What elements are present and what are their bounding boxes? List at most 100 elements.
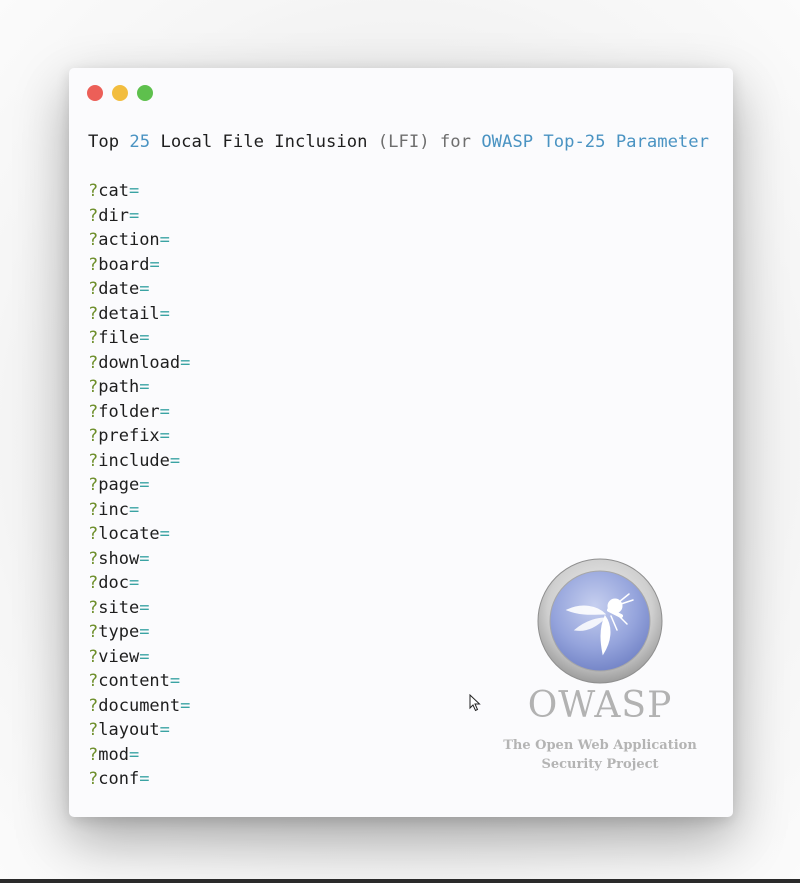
parameter-name: date (98, 279, 140, 299)
equals-sign: = (159, 720, 170, 740)
query-mark: ? (88, 769, 99, 789)
parameter-item: ?site= (88, 596, 190, 621)
parameter-item: ?path= (88, 375, 190, 400)
query-mark: ? (88, 426, 99, 446)
owasp-logo-text: OWASP (527, 685, 673, 726)
parameter-item: ?cat= (88, 179, 190, 204)
equals-sign: = (139, 328, 150, 348)
parameter-item: ?file= (88, 326, 190, 351)
bottom-border (0, 879, 800, 883)
parameter-item: ?content= (88, 669, 190, 694)
parameter-name: site (98, 597, 140, 618)
parameter-name: doc (98, 573, 129, 593)
parameter-name: conf (98, 769, 140, 789)
equals-sign: = (128, 573, 140, 593)
parameter-name: type (98, 622, 140, 642)
parameter-item: ?layout= (88, 718, 190, 743)
equals-sign: = (169, 450, 181, 471)
equals-sign: = (128, 205, 140, 226)
parameter-name: cat (98, 181, 129, 201)
minimize-button[interactable] (112, 85, 128, 101)
query-mark: ? (88, 597, 99, 618)
parameter-item: ?prefix= (88, 424, 190, 449)
equals-sign: = (159, 401, 170, 422)
parameter-list: ?cat= ?dir= ?action= ?board= ?date= ?detail=?… (88, 179, 190, 792)
heading-part: 25 (129, 132, 151, 152)
parameter-name: action (98, 230, 160, 250)
parameter-name: document (98, 695, 181, 716)
query-mark: ? (88, 695, 99, 716)
parameter-name: page (98, 475, 140, 495)
query-mark: ? (88, 622, 99, 642)
owasp-tagline: The Open Web Application Security Projec… (497, 736, 703, 774)
parameter-name: mod (98, 744, 129, 765)
equals-sign: = (139, 646, 150, 667)
equals-sign: = (139, 377, 150, 397)
equals-sign: = (180, 352, 191, 373)
equals-sign: = (159, 303, 170, 324)
parameter-name: locate (98, 524, 160, 544)
parameter-item: ?document= (88, 694, 190, 719)
close-button[interactable] (87, 85, 103, 101)
equals-sign: = (169, 671, 181, 691)
query-mark: ? (88, 181, 99, 201)
parameter-name: folder (98, 401, 160, 422)
parameter-item: ?include= (88, 449, 190, 474)
parameter-name: inc (98, 499, 129, 520)
parameter-item: ?show= (88, 547, 190, 572)
parameter-name: show (98, 548, 140, 569)
parameter-name: board (98, 254, 150, 275)
equals-sign: = (139, 475, 150, 495)
parameter-name: file (98, 328, 140, 348)
query-mark: ? (88, 499, 99, 520)
equals-sign: = (128, 181, 140, 201)
query-mark: ? (88, 475, 99, 495)
query-mark: ? (88, 279, 99, 299)
parameter-item: ?type= (88, 620, 190, 645)
equals-sign: = (139, 279, 150, 299)
equals-sign: = (159, 524, 170, 544)
parameter-item: ?dir= (88, 204, 190, 229)
parameter-name: download (98, 352, 181, 373)
parameter-name: include (98, 450, 170, 471)
heading-part: OWASP Top-25 Parameter (481, 132, 709, 152)
parameter-item: ?date= (88, 277, 190, 302)
parameter-item: ?locate= (88, 522, 190, 547)
equals-sign: = (139, 597, 150, 618)
heading-line: Top 25 Local File Inclusion (LFI) for OW… (88, 130, 709, 154)
query-mark: ? (88, 328, 99, 348)
owasp-tagline-line1: The Open Web Application (503, 738, 697, 753)
heading-part: Top (88, 132, 120, 152)
query-mark: ? (88, 573, 99, 593)
heading-part (367, 132, 377, 152)
parameter-item: ?detail= (88, 302, 190, 327)
equals-sign: = (128, 744, 140, 765)
heading-part (119, 132, 129, 152)
parameter-item: ?view= (88, 645, 190, 670)
parameter-name: prefix (98, 426, 160, 446)
heading-part (150, 132, 160, 152)
parameter-name: path (98, 377, 140, 397)
query-mark: ? (88, 548, 99, 569)
code-window: Top 25 Local File Inclusion (LFI) for OW… (69, 68, 733, 817)
query-mark: ? (88, 744, 99, 765)
equals-sign: = (180, 695, 191, 716)
parameter-item: ?conf= (88, 767, 190, 792)
equals-sign: = (128, 499, 140, 520)
parameter-name: detail (98, 303, 160, 324)
parameter-name: layout (98, 720, 160, 740)
heading-part (471, 132, 481, 152)
owasp-logo-icon (537, 558, 663, 684)
query-mark: ? (88, 352, 99, 373)
query-mark: ? (88, 303, 99, 324)
query-mark: ? (88, 671, 99, 691)
equals-sign: = (149, 254, 160, 275)
query-mark: ? (88, 646, 99, 667)
parameter-item: ?download= (88, 351, 190, 376)
mouse-pointer-icon (469, 694, 481, 712)
query-mark: ? (88, 205, 99, 226)
query-mark: ? (88, 230, 99, 250)
parameter-item: ?mod= (88, 743, 190, 768)
maximize-button[interactable] (137, 85, 153, 101)
heading-part: for (439, 132, 471, 152)
